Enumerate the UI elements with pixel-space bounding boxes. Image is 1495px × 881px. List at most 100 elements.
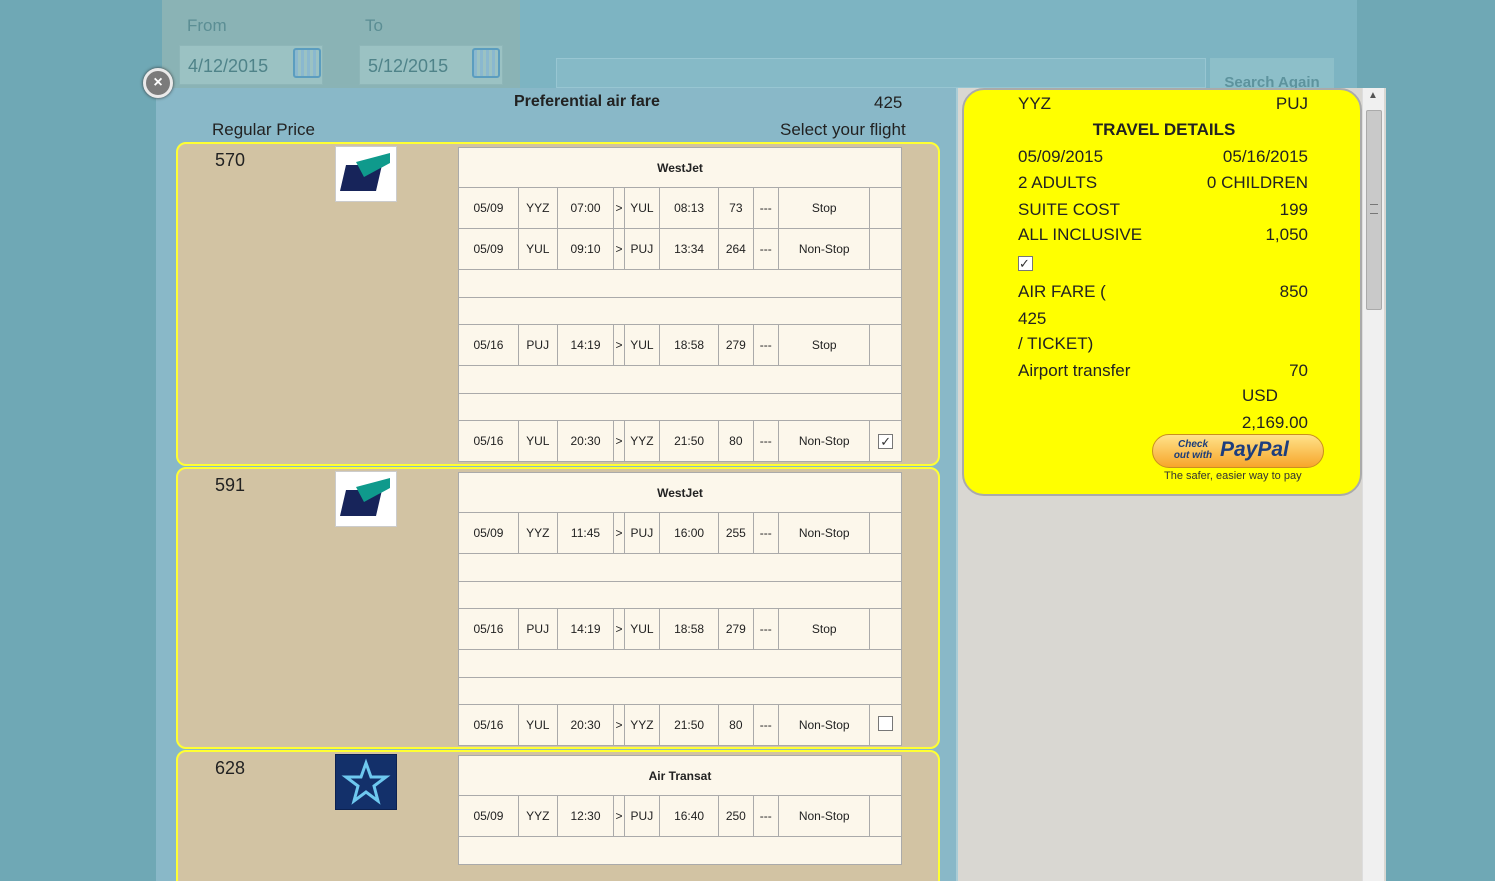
segment-arrow: >	[613, 324, 625, 366]
flight-itinerary-table: Air Transat 05/09 YYZ 12:30 > PUJ 16:40 …	[458, 755, 902, 865]
airline-name: Air Transat	[458, 755, 902, 796]
depart-date: 05/09/2015	[1018, 147, 1104, 166]
segment-flight-number: 279	[718, 324, 754, 366]
segment-flight-number: 255	[718, 512, 754, 554]
search-bar[interactable]	[556, 58, 1206, 88]
scrollbar-thumb[interactable]	[1366, 110, 1382, 310]
calendar-icon[interactable]	[293, 48, 321, 78]
segment-arrival: 18:58	[659, 608, 720, 650]
segment-destination: YYZ	[623, 420, 661, 462]
vertical-scrollbar[interactable]: ▲	[1362, 88, 1384, 881]
segment-flight-number: 80	[718, 420, 754, 462]
table-row: 05/16 PUJ 14:19 > YUL 18:58 279 --- Stop	[458, 608, 902, 650]
segment-arrow: >	[613, 420, 625, 462]
adults-count: 2 ADULTS	[1018, 173, 1098, 192]
segment-departure: 20:30	[556, 420, 615, 462]
paypal-tagline: The safer, easier way to pay	[1164, 470, 1302, 482]
segment-arrival: 16:00	[659, 512, 720, 554]
segment-dash: ---	[752, 704, 779, 746]
table-row	[458, 365, 902, 394]
segment-departure: 14:19	[556, 324, 615, 366]
flight-itinerary-table: WestJet 05/09 YYZ 11:45 > PUJ 16:00 255 …	[458, 472, 902, 746]
regular-price-label: Regular Price	[212, 120, 315, 139]
segment-arrow: >	[613, 704, 625, 746]
table-row	[458, 393, 902, 421]
segment-stops: Non-Stop	[777, 795, 871, 837]
table-row: 05/16 YUL 20:30 > YYZ 21:50 80 --- Non-S…	[458, 420, 902, 462]
segment-arrival: 21:50	[659, 420, 720, 462]
segment-origin: PUJ	[517, 608, 558, 650]
segment-flight-number: 73	[718, 187, 754, 229]
air-fare-value: 850	[1279, 282, 1308, 301]
total-price: 2,169.00	[1241, 413, 1308, 432]
segment-date: 05/09	[458, 512, 519, 554]
table-row: 05/09 YYZ 07:00 > YUL 08:13 73 --- Stop	[458, 187, 902, 229]
air-fare-label: AIR FARE (	[1018, 282, 1106, 301]
segment-flight-number: 264	[718, 228, 754, 270]
segment-date: 05/16	[458, 324, 519, 366]
paypal-checkout-button[interactable]: Check out with PayPal	[1152, 434, 1324, 468]
children-count: 0 CHILDREN	[1206, 173, 1308, 192]
flight-option: 591 WestJet 05/09 YYZ 11:45 > PUJ 16:00 …	[176, 467, 940, 749]
table-row	[458, 581, 902, 609]
close-icon[interactable]: ×	[143, 68, 173, 98]
segment-stops: Stop	[777, 608, 871, 650]
segment-dash: ---	[752, 324, 779, 366]
segment-date: 05/09	[458, 228, 519, 270]
segment-destination: PUJ	[623, 228, 661, 270]
travel-details-card: YYZ PUJ TRAVEL DETAILS 05/09/2015 05/16/…	[962, 88, 1362, 496]
segment-stops: Non-Stop	[777, 228, 871, 270]
paypal-logo-icon: PayPal	[1220, 438, 1289, 461]
flight-selection-modal: Preferential air fare 425 Regular Price …	[156, 88, 1386, 881]
table-row	[458, 649, 902, 678]
segment-destination: PUJ	[623, 512, 661, 554]
segment-departure: 14:19	[556, 608, 615, 650]
scroll-up-icon[interactable]: ▲	[1368, 90, 1378, 101]
segment-stops: Stop	[777, 324, 871, 366]
select-flight-label: Select your flight	[780, 120, 906, 139]
table-row	[458, 677, 902, 705]
table-row: 05/16 PUJ 14:19 > YUL 18:58 279 --- Stop	[458, 324, 902, 366]
segment-dash: ---	[752, 512, 779, 554]
grip-icon	[1370, 204, 1378, 214]
flight-option: 628 Air Transat 05/09 YYZ 12:30 > PUJ 16…	[176, 750, 940, 881]
table-row: 05/09 YYZ 12:30 > PUJ 16:40 250 --- Non-…	[458, 795, 902, 837]
segment-flight-number: 80	[718, 704, 754, 746]
segment-stops: Non-Stop	[777, 512, 871, 554]
select-flight-checkbox[interactable]: ✓	[878, 433, 894, 449]
segment-arrow: >	[613, 187, 625, 229]
preferential-fare-value: 425	[874, 93, 903, 112]
segment-arrival: 16:40	[659, 795, 720, 837]
segment-arrow: >	[613, 608, 625, 650]
segment-arrival: 18:58	[659, 324, 720, 366]
all-inclusive-label: ALL INCLUSIVE	[1018, 225, 1143, 244]
all-inclusive-value: 1,050	[1265, 225, 1308, 244]
table-row: 05/09 YYZ 11:45 > PUJ 16:00 255 --- Non-…	[458, 512, 902, 554]
date-search-box: From To 4/12/2015 5/12/2015	[162, 0, 520, 88]
segment-origin: YYZ	[517, 187, 558, 229]
segment-dash: ---	[752, 608, 779, 650]
segment-stops: Stop	[777, 187, 871, 229]
segment-date: 05/09	[458, 795, 519, 837]
select-flight-checkbox[interactable]	[878, 716, 894, 731]
calendar-icon[interactable]	[472, 48, 500, 78]
all-inclusive-checkbox[interactable]: ✓	[1018, 256, 1033, 271]
segment-origin: YYZ	[517, 795, 558, 837]
air-transat-logo-icon	[335, 754, 397, 810]
segment-dash: ---	[752, 187, 779, 229]
segment-date: 05/09	[458, 187, 519, 229]
table-row	[458, 297, 902, 325]
segment-dash: ---	[752, 795, 779, 837]
segment-stops: Non-Stop	[777, 420, 871, 462]
segment-arrow: >	[613, 512, 625, 554]
table-row	[458, 836, 902, 865]
search-again-button[interactable]: Search Again	[1210, 58, 1334, 90]
segment-date: 05/16	[458, 420, 519, 462]
airport-transfer-value: 70	[1289, 361, 1308, 380]
air-fare-per-ticket: 425	[1018, 309, 1047, 328]
segment-stops: Non-Stop	[777, 704, 871, 746]
segment-departure: 11:45	[556, 512, 615, 554]
segment-origin: YYZ	[517, 512, 558, 554]
segment-destination: YUL	[623, 608, 661, 650]
segment-arrow: >	[613, 795, 625, 837]
